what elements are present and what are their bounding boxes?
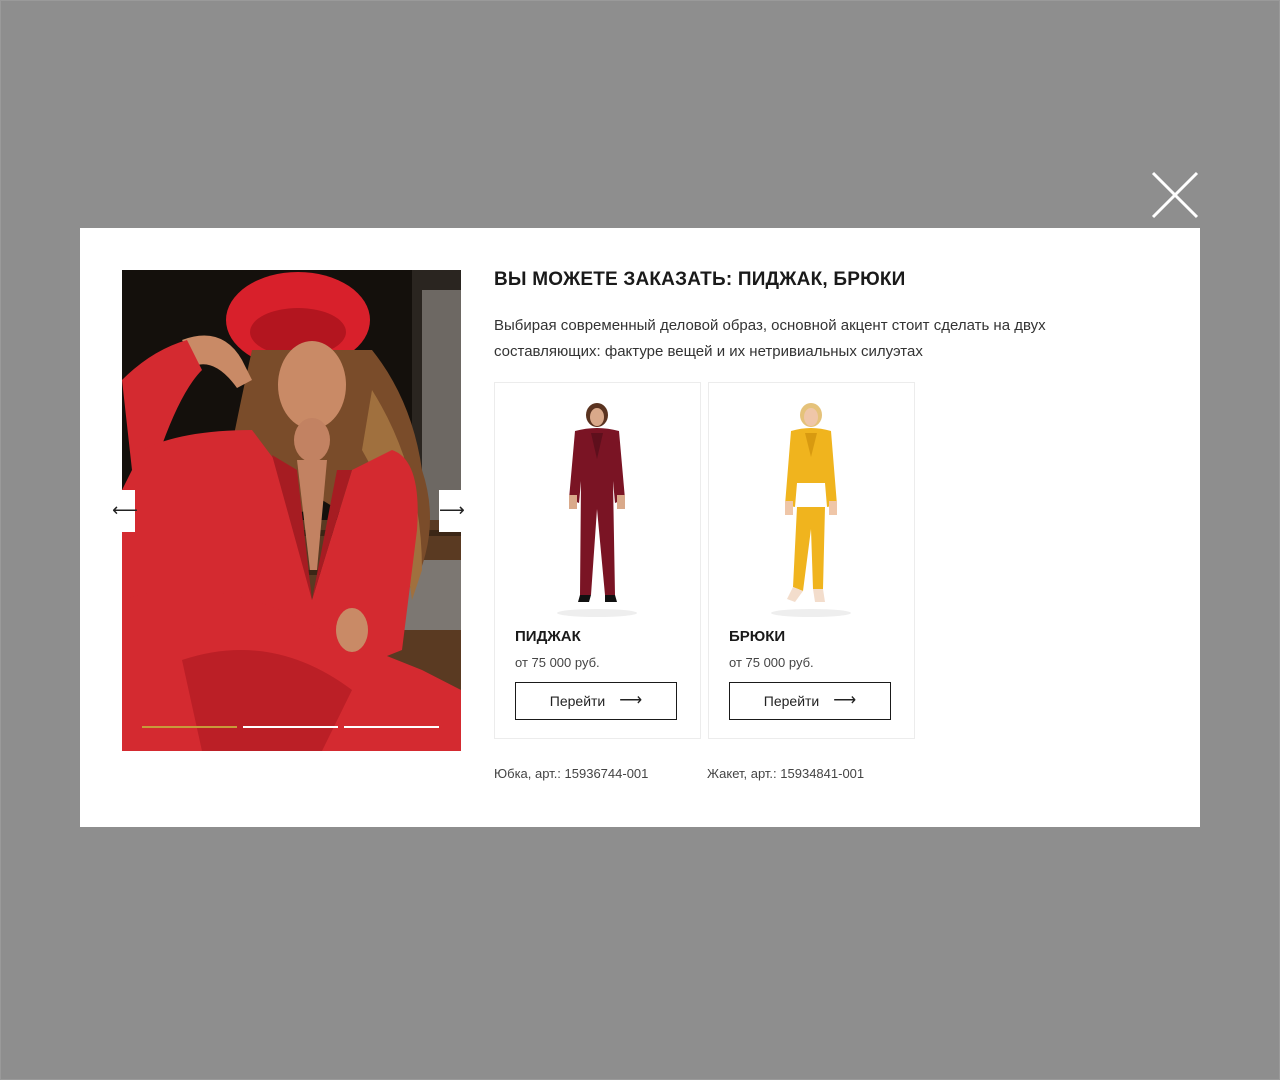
modal-description: Выбирая современный деловой образ, основ… [494, 317, 1046, 360]
arrow-right-icon: ⟶ [833, 692, 857, 709]
arrow-left-icon: ⟵ [112, 500, 138, 520]
slider-next-button[interactable]: ⟶ [439, 490, 465, 532]
slider-dot[interactable] [142, 726, 237, 728]
product-price: от 75 000 руб. [729, 655, 814, 670]
arrow-right-icon: ⟶ [439, 500, 465, 520]
product-card[interactable]: БРЮКИ от 75 000 руб. Перейти ⟶ [708, 382, 915, 739]
product-name[interactable]: ПИДЖАК [515, 628, 581, 645]
slider-dot[interactable] [344, 726, 439, 728]
product-image-jacket[interactable] [535, 399, 661, 621]
close-button[interactable] [1150, 170, 1200, 220]
product-price: от 75 000 руб. [515, 655, 600, 670]
go-button-label: Перейти [763, 693, 820, 709]
slider-prev-button[interactable]: ⟵ [112, 490, 138, 532]
product-modal: ⟵ ⟶ ВЫ МОЖЕТЕ ЗАКАЗАТЬ: ПИДЖАК, БРЮКИ Вы… [80, 228, 1200, 827]
go-button[interactable]: Перейти ⟶ [515, 682, 677, 720]
product-name[interactable]: БРЮКИ [729, 628, 785, 645]
slider-pagination [142, 726, 439, 728]
product-image-trousers[interactable] [749, 399, 875, 621]
product-cards: ПИДЖАК от 75 000 руб. Перейти ⟶ БРЮКИ от… [494, 382, 1154, 739]
go-button-label: Перейти [549, 693, 606, 709]
article-item: Жакет, арт.: 15934841-001 [707, 766, 865, 781]
image-slider: ⟵ ⟶ [112, 270, 465, 751]
go-button[interactable]: Перейти ⟶ [729, 682, 891, 720]
close-icon [1151, 171, 1199, 219]
slide-photo [122, 270, 461, 751]
modal-content: ВЫ МОЖЕТЕ ЗАКАЗАТЬ: ПИДЖАК, БРЮКИ Выбира… [494, 266, 1154, 781]
slider-dot[interactable] [243, 726, 338, 728]
article-item: Юбка, арт.: 15936744-001 [494, 766, 649, 781]
product-card[interactable]: ПИДЖАК от 75 000 руб. Перейти ⟶ [494, 382, 701, 739]
modal-title: ВЫ МОЖЕТЕ ЗАКАЗАТЬ: ПИДЖАК, БРЮКИ [494, 269, 906, 290]
arrow-right-icon: ⟶ [619, 692, 643, 709]
article-list: Юбка, арт.: 15936744-001 Жакет, арт.: 15… [494, 766, 1154, 781]
